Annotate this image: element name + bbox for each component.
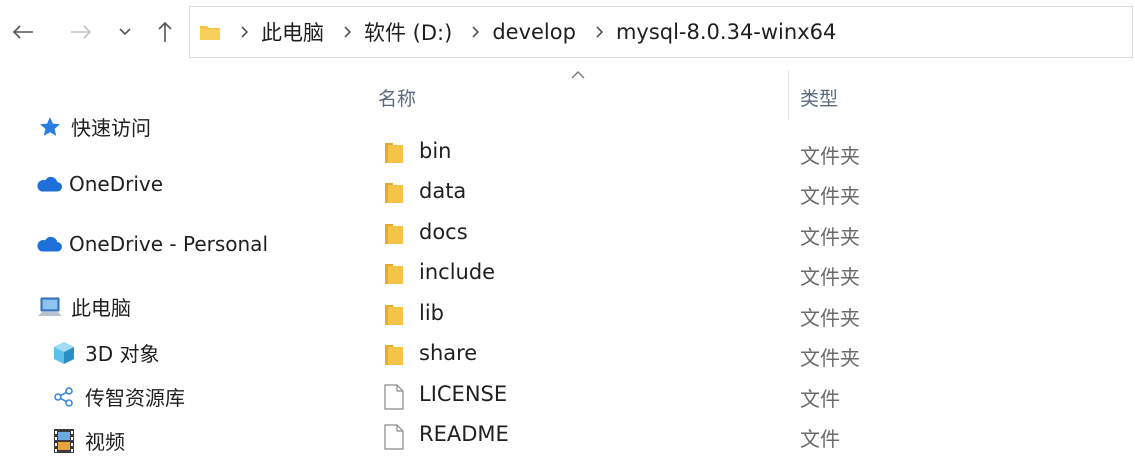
- folder-icon: [383, 303, 405, 327]
- file-type: 文件夹: [800, 225, 860, 249]
- file-type: 文件: [800, 427, 840, 451]
- file-name: LICENSE: [419, 382, 508, 406]
- chevron-right-icon[interactable]: [592, 25, 606, 39]
- sidebar-item-videos[interactable]: 视频: [50, 426, 125, 455]
- navigation-bar: 此电脑 软件 (D:) develop mysql-8.0.34-winx64: [0, 0, 1135, 66]
- recent-locations-button[interactable]: [112, 14, 138, 50]
- sidebar-item-label: OneDrive - Personal: [69, 232, 268, 256]
- list-item[interactable]: include 文件夹: [345, 254, 1135, 294]
- sidebar-item-quick-access[interactable]: 快速访问: [36, 112, 151, 141]
- file-type: 文件夹: [800, 346, 860, 370]
- column-header-type[interactable]: 类型: [800, 84, 838, 111]
- sidebar-item-label: 3D 对象: [85, 342, 160, 366]
- arrow-up-icon: [158, 21, 172, 42]
- sidebar-item-onedrive-personal[interactable]: OneDrive - Personal: [34, 232, 268, 256]
- cube-3d-icon: [50, 341, 78, 365]
- file-name: docs: [419, 220, 468, 244]
- sidebar-item-label: OneDrive: [69, 172, 164, 196]
- sidebar-item-label: 快速访问: [71, 116, 151, 140]
- folder-icon: [383, 141, 405, 165]
- list-item[interactable]: docs 文件夹: [345, 214, 1135, 254]
- folder-icon: [383, 222, 405, 246]
- file-name: bin: [419, 139, 452, 163]
- cloud-icon: [34, 172, 62, 196]
- list-item[interactable]: README 文件: [345, 416, 1135, 456]
- breadcrumb-drive-d[interactable]: 软件 (D:): [364, 17, 452, 47]
- file-name: README: [419, 422, 509, 446]
- breadcrumb-mysql-folder[interactable]: mysql-8.0.34-winx64: [616, 20, 836, 44]
- file-list: 名称 类型 bin 文件夹 data 文件夹 docs 文件夹 include …: [345, 66, 1135, 463]
- computer-icon: [36, 295, 64, 319]
- navigation-pane: 快速访问 OneDrive OneDrive - Personal 此电脑 3D…: [0, 66, 345, 463]
- sidebar-item-label: 传智资源库: [85, 386, 185, 410]
- document-icon: [383, 424, 405, 450]
- folder-icon: [383, 262, 405, 286]
- sidebar-item-label: 此电脑: [71, 296, 131, 320]
- sidebar-item-label: 视频: [85, 430, 125, 454]
- list-item[interactable]: data 文件夹: [345, 173, 1135, 213]
- folder-icon: [383, 181, 405, 205]
- sidebar-item-3d-objects[interactable]: 3D 对象: [50, 338, 159, 367]
- chevron-right-icon[interactable]: [468, 25, 482, 39]
- sort-ascending-icon: [570, 66, 586, 79]
- column-header-name[interactable]: 名称: [378, 84, 416, 111]
- star-icon: [36, 115, 64, 139]
- address-bar[interactable]: 此电脑 软件 (D:) develop mysql-8.0.34-winx64: [189, 6, 1133, 58]
- arrow-right-icon: [71, 25, 92, 39]
- document-icon: [383, 384, 405, 410]
- file-name: share: [419, 341, 478, 365]
- arrow-left-icon: [12, 25, 33, 39]
- file-name: lib: [419, 301, 444, 325]
- file-type: 文件夹: [800, 144, 860, 168]
- file-type: 文件夹: [800, 265, 860, 289]
- file-name: data: [419, 179, 467, 203]
- chevron-right-icon[interactable]: [237, 25, 251, 39]
- back-button[interactable]: [8, 14, 38, 50]
- list-item[interactable]: LICENSE 文件: [345, 376, 1135, 416]
- file-type: 文件夹: [800, 184, 860, 208]
- list-item[interactable]: lib 文件夹: [345, 295, 1135, 335]
- column-divider[interactable]: [788, 70, 789, 120]
- file-type: 文件夹: [800, 306, 860, 330]
- share-node-icon: [50, 385, 78, 409]
- folder-icon: [199, 23, 221, 41]
- sidebar-item-onedrive[interactable]: OneDrive: [34, 172, 163, 196]
- sidebar-item-this-pc[interactable]: 此电脑: [36, 292, 131, 321]
- file-type: 文件: [800, 387, 840, 411]
- list-item[interactable]: bin 文件夹: [345, 133, 1135, 173]
- breadcrumb-this-pc[interactable]: 此电脑: [261, 17, 324, 47]
- folder-icon: [383, 343, 405, 367]
- chevron-right-icon[interactable]: [340, 25, 354, 39]
- breadcrumb-develop[interactable]: develop: [492, 20, 576, 44]
- file-name: include: [419, 260, 496, 284]
- sidebar-item-chuanzhi-library[interactable]: 传智资源库: [50, 382, 185, 411]
- list-item[interactable]: share 文件夹: [345, 335, 1135, 375]
- cloud-icon: [34, 232, 62, 256]
- chevron-down-icon: [119, 28, 131, 36]
- video-film-icon: [50, 428, 78, 453]
- up-button[interactable]: [150, 14, 180, 50]
- forward-button[interactable]: [66, 14, 96, 50]
